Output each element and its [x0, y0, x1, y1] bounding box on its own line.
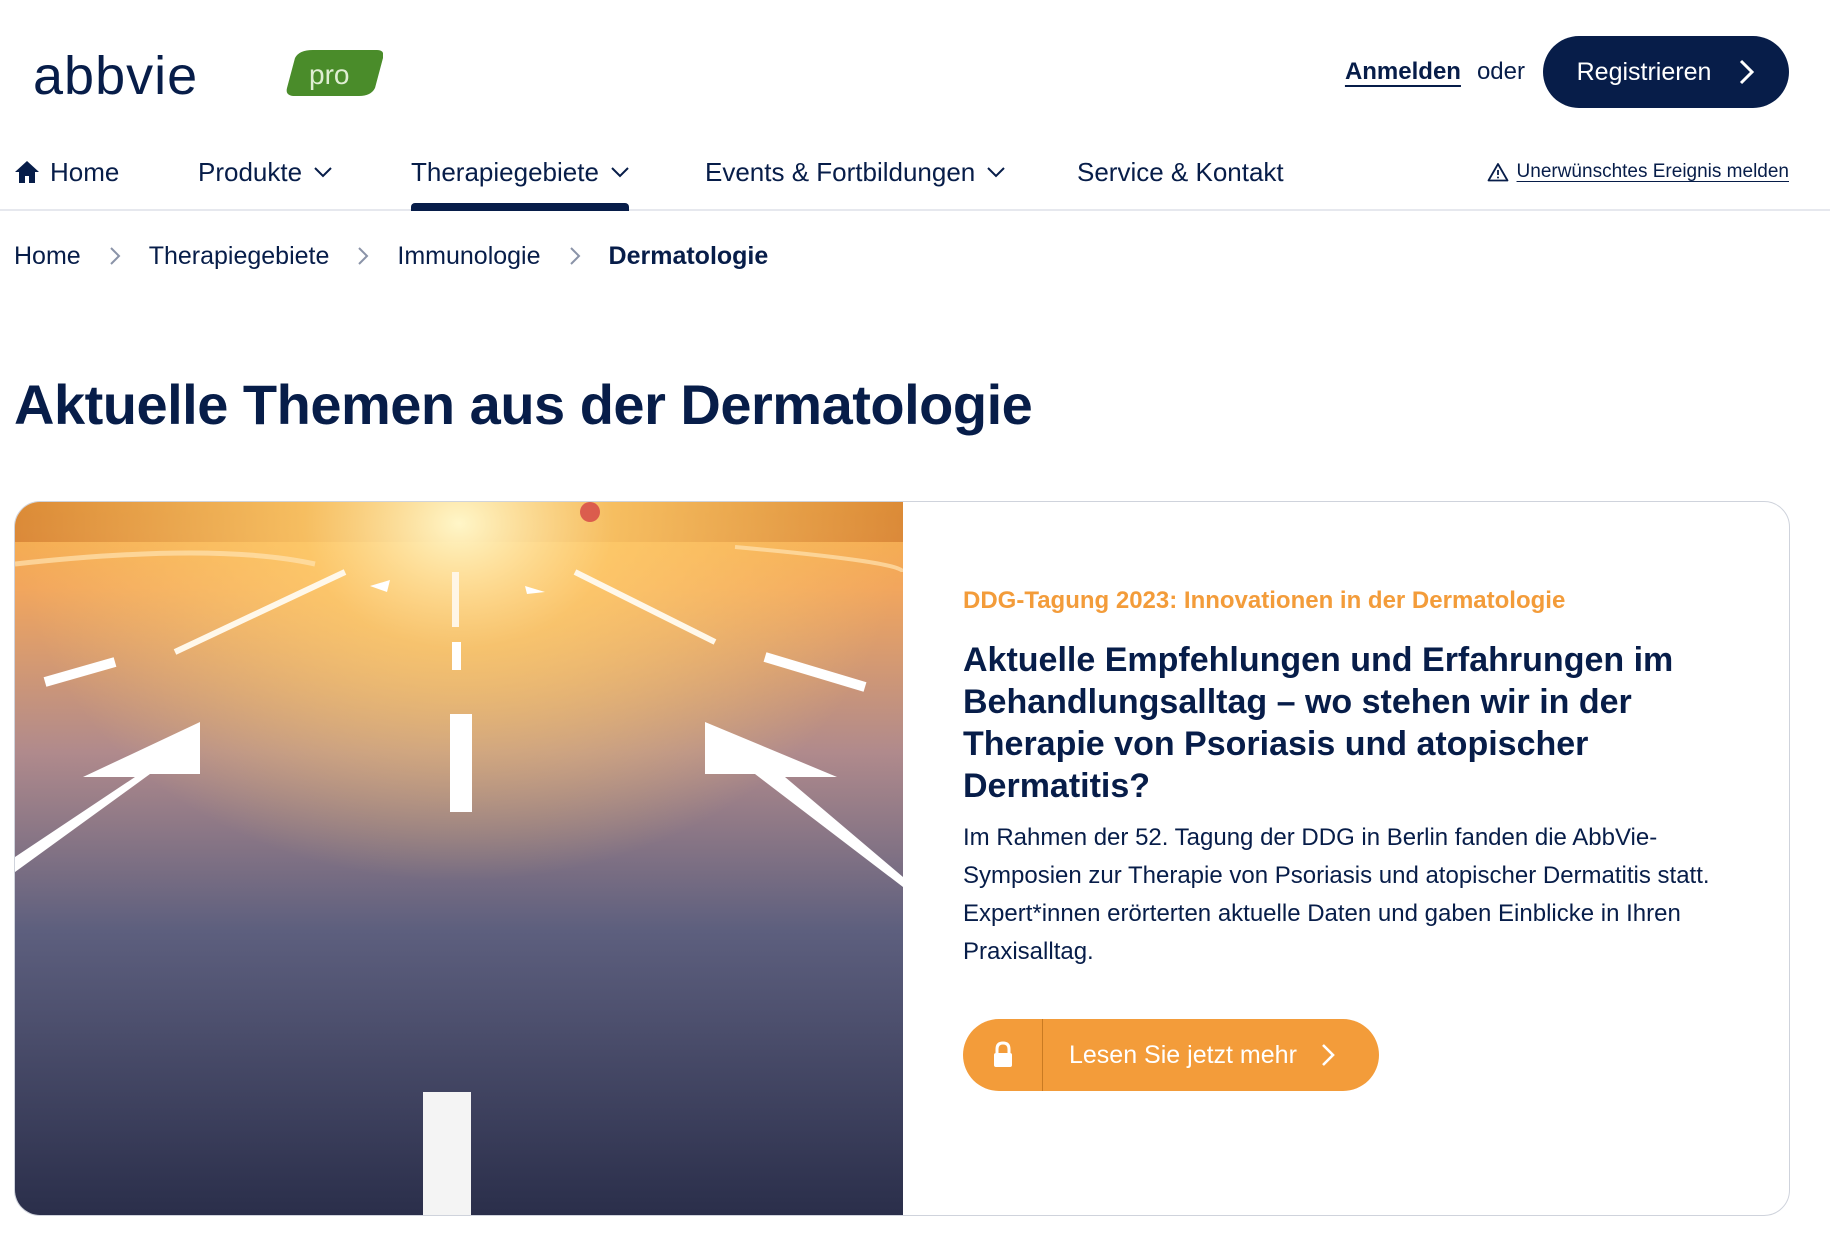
- auth-area: Anmelden oder Registrieren: [1345, 36, 1789, 108]
- road-arrows-image: [15, 502, 903, 1215]
- logo-word: abbvie: [33, 46, 198, 106]
- chevron-down-icon: [611, 167, 629, 178]
- nav-item-label: Home: [50, 156, 120, 187]
- card-body: DDG-Tagung 2023: Innovationen in der Der…: [963, 587, 1753, 1091]
- nav-item-events[interactable]: Events & Fortbildungen: [705, 135, 1005, 209]
- nav-item-home[interactable]: Home: [14, 135, 119, 209]
- nav-item-produkte[interactable]: Produkte: [198, 135, 332, 209]
- breadcrumb: Home Therapiegebiete Immunologie Dermato…: [14, 238, 768, 274]
- chevron-right-icon: [109, 247, 121, 265]
- card-title[interactable]: Aktuelle Empfehlungen und Erfahrungen im…: [963, 639, 1753, 807]
- chevron-right-icon: [1321, 1044, 1335, 1066]
- register-label: Registrieren: [1576, 57, 1712, 86]
- page-title: Aktuelle Themen aus der Dermatologie: [14, 373, 1033, 436]
- card-text: Im Rahmen der 52. Tagung der DDG in Berl…: [963, 824, 1710, 965]
- nav-item-service[interactable]: Service & Kontakt: [1077, 135, 1284, 209]
- login-link[interactable]: Anmelden: [1345, 58, 1461, 86]
- nav-item-therapiegebiete[interactable]: Therapiegebiete: [411, 135, 629, 211]
- chevron-right-icon: [358, 247, 369, 265]
- breadcrumb-current: Dermatologie: [608, 241, 769, 270]
- report-label: Unerwünschtes Ereignis melden: [1516, 161, 1789, 182]
- read-more-button[interactable]: Lesen Sie jetzt mehr: [963, 1019, 1379, 1091]
- chevron-right-icon: [569, 247, 580, 265]
- breadcrumb-home[interactable]: Home: [14, 242, 81, 271]
- teaser-card: DDG-Tagung 2023: Innovationen in der Der…: [14, 501, 1790, 1216]
- lock-icon: [993, 1041, 1012, 1067]
- breadcrumb-immunologie[interactable]: Immunologie: [397, 242, 540, 271]
- warning-icon: [1487, 163, 1508, 182]
- report-adverse-event-link[interactable]: Unerwünschtes Ereignis melden: [1487, 135, 1789, 209]
- nav-item-label: Service & Kontakt: [1077, 156, 1284, 187]
- or-text: oder: [1476, 58, 1525, 85]
- lock-icon-wrap: [963, 1019, 1043, 1091]
- logo-badge: pro: [309, 59, 349, 90]
- read-more-label: Lesen Sie jetzt mehr: [1069, 1040, 1297, 1069]
- chevron-right-icon: [1740, 59, 1755, 85]
- home-icon: [15, 161, 39, 183]
- chevron-down-icon: [314, 167, 332, 178]
- nav-item-label: Produkte: [198, 156, 303, 187]
- card-eyebrow: DDG-Tagung 2023: Innovationen in der Der…: [963, 587, 1566, 614]
- abbvie-pro-logo[interactable]: abbvie pro: [33, 44, 383, 108]
- register-button[interactable]: Registrieren: [1543, 36, 1789, 108]
- chevron-down-icon: [987, 167, 1005, 178]
- main-nav: Home Produkte Therapiegebiete Events & F…: [0, 135, 1830, 211]
- nav-item-label: Events & Fortbildungen: [705, 156, 976, 187]
- nav-item-label: Therapiegebiete: [411, 156, 599, 187]
- breadcrumb-therapiegebiete[interactable]: Therapiegebiete: [149, 242, 330, 271]
